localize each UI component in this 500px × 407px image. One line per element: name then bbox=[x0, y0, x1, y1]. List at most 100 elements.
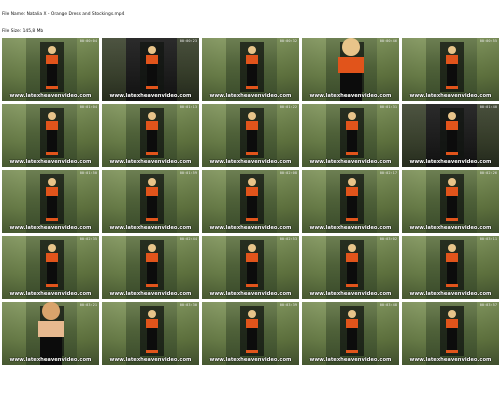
figure-skirt bbox=[347, 130, 357, 152]
watermark-text: www.latexheavenvideo.com bbox=[9, 93, 92, 99]
stone-wall-left bbox=[202, 38, 226, 101]
figure-head bbox=[148, 244, 156, 252]
figure-head bbox=[48, 178, 56, 186]
figure-head bbox=[448, 46, 456, 54]
thumbnail-timestamp: 00:02:26 bbox=[479, 171, 497, 175]
watermark-text: www.latexheavenvideo.com bbox=[109, 357, 192, 363]
watermark-text: www.latexheavenvideo.com bbox=[9, 225, 92, 231]
stone-wall-left bbox=[402, 38, 426, 101]
figure-hem bbox=[146, 350, 158, 353]
figure-hem bbox=[446, 152, 458, 155]
model-figure bbox=[446, 46, 458, 90]
figure-hem bbox=[246, 218, 258, 221]
video-thumbnail[interactable]: 00:00:04 www.latexheavenvideo.com bbox=[2, 38, 99, 101]
figure-top bbox=[146, 187, 158, 196]
video-thumbnail[interactable]: 00:01:22 www.latexheavenvideo.com bbox=[202, 104, 299, 167]
figure-top bbox=[246, 319, 258, 328]
model-figure bbox=[346, 178, 358, 222]
figure-hem bbox=[346, 152, 358, 155]
thumbnail-timestamp: 00:03:48 bbox=[379, 303, 397, 307]
stone-wall-left bbox=[102, 170, 126, 233]
figure-skirt bbox=[147, 262, 157, 284]
video-thumbnail[interactable]: 00:02:35 www.latexheavenvideo.com bbox=[2, 236, 99, 299]
video-thumbnail[interactable]: 00:02:26 www.latexheavenvideo.com bbox=[402, 170, 499, 233]
thumbnail-timestamp: 00:01:04 bbox=[79, 105, 97, 109]
model-figure bbox=[146, 46, 158, 90]
video-thumbnail[interactable]: 00:01:40 www.latexheavenvideo.com bbox=[402, 104, 499, 167]
stone-wall-left bbox=[402, 236, 426, 299]
video-thumbnail[interactable]: 00:01:04 www.latexheavenvideo.com bbox=[2, 104, 99, 167]
figure-top bbox=[46, 121, 58, 130]
figure-hem bbox=[246, 350, 258, 353]
figure-hem bbox=[146, 86, 158, 89]
video-thumbnail[interactable]: 00:03:57 www.latexheavenvideo.com bbox=[402, 302, 499, 365]
thumbnail-timestamp: 00:01:40 bbox=[479, 105, 497, 109]
figure-top bbox=[446, 319, 458, 328]
video-thumbnail[interactable]: 00:00:55 www.latexheavenvideo.com bbox=[402, 38, 499, 101]
figure-top bbox=[246, 55, 258, 64]
video-thumbnail[interactable]: 00:00:23 www.latexheavenvideo.com bbox=[102, 38, 199, 101]
watermark-text: www.latexheavenvideo.com bbox=[9, 291, 92, 297]
thumbnail-timestamp: 00:02:35 bbox=[79, 237, 97, 241]
figure-top bbox=[246, 253, 258, 262]
stone-wall-right bbox=[77, 236, 99, 299]
video-thumbnail[interactable]: 00:01:31 www.latexheavenvideo.com bbox=[302, 104, 399, 167]
stone-wall-left bbox=[402, 104, 426, 167]
thumbnail-timestamp: 00:01:59 bbox=[179, 171, 197, 175]
figure-skirt bbox=[147, 196, 157, 218]
thumbnail-timestamp: 00:02:53 bbox=[279, 237, 297, 241]
video-thumbnail[interactable]: 00:03:30 www.latexheavenvideo.com bbox=[102, 302, 199, 365]
figure-head bbox=[248, 244, 256, 252]
model-figure bbox=[338, 38, 364, 101]
video-thumbnail[interactable]: 00:02:08 www.latexheavenvideo.com bbox=[202, 170, 299, 233]
thumbnail-timestamp: 00:03:21 bbox=[79, 303, 97, 307]
stone-wall-left bbox=[302, 104, 326, 167]
video-thumbnail[interactable]: 00:03:11 www.latexheavenvideo.com bbox=[402, 236, 499, 299]
model-figure bbox=[246, 178, 258, 222]
figure-head bbox=[48, 112, 56, 120]
watermark-text: www.latexheavenvideo.com bbox=[9, 357, 92, 363]
watermark-text: www.latexheavenvideo.com bbox=[109, 225, 192, 231]
figure-top bbox=[446, 121, 458, 130]
stone-wall-right bbox=[377, 38, 399, 101]
video-thumbnail[interactable]: 00:01:50 www.latexheavenvideo.com bbox=[2, 170, 99, 233]
figure-skirt bbox=[147, 64, 157, 86]
figure-hem bbox=[146, 284, 158, 287]
watermark-text: www.latexheavenvideo.com bbox=[209, 357, 292, 363]
stone-wall-right bbox=[377, 302, 399, 365]
figure-skirt bbox=[347, 196, 357, 218]
figure-hem bbox=[446, 218, 458, 221]
video-thumbnail[interactable]: 00:01:13 www.latexheavenvideo.com bbox=[102, 104, 199, 167]
stone-wall-left bbox=[302, 170, 326, 233]
model-figure bbox=[246, 310, 258, 354]
video-thumbnail[interactable]: 00:03:48 www.latexheavenvideo.com bbox=[302, 302, 399, 365]
model-figure bbox=[446, 178, 458, 222]
figure-head bbox=[348, 178, 356, 186]
figure-head bbox=[248, 178, 256, 186]
figure-skirt bbox=[447, 130, 457, 152]
figure-skirt bbox=[247, 328, 257, 350]
stone-wall-right bbox=[477, 236, 499, 299]
video-thumbnail[interactable]: 00:00:46 www.latexheavenvideo.com bbox=[302, 38, 399, 101]
figure-top bbox=[246, 187, 258, 196]
watermark-text: www.latexheavenvideo.com bbox=[309, 357, 392, 363]
video-thumbnail[interactable]: 00:03:21 www.latexheavenvideo.com bbox=[2, 302, 99, 365]
thumbnail-timestamp: 00:01:13 bbox=[179, 105, 197, 109]
stone-wall-right bbox=[377, 170, 399, 233]
figure-hem bbox=[346, 218, 358, 221]
stone-wall-right bbox=[177, 38, 199, 101]
figure-hem bbox=[446, 284, 458, 287]
model-figure bbox=[46, 46, 58, 90]
video-thumbnail[interactable]: 00:02:44 www.latexheavenvideo.com bbox=[102, 236, 199, 299]
stone-wall-left bbox=[2, 104, 26, 167]
figure-top bbox=[46, 55, 58, 64]
video-thumbnail[interactable]: 00:02:17 www.latexheavenvideo.com bbox=[302, 170, 399, 233]
video-thumbnail[interactable]: 00:02:53 www.latexheavenvideo.com bbox=[202, 236, 299, 299]
video-thumbnail[interactable]: 00:00:32 www.latexheavenvideo.com bbox=[202, 38, 299, 101]
thumbnail-grid: 00:00:04 www.latexheavenvideo.com 00:00:23… bbox=[0, 38, 500, 365]
video-thumbnail[interactable]: 00:03:02 www.latexheavenvideo.com bbox=[302, 236, 399, 299]
video-thumbnail[interactable]: 00:01:59 www.latexheavenvideo.com bbox=[102, 170, 199, 233]
model-figure bbox=[146, 112, 158, 156]
figure-hem bbox=[446, 350, 458, 353]
video-thumbnail[interactable]: 00:03:39 www.latexheavenvideo.com bbox=[202, 302, 299, 365]
